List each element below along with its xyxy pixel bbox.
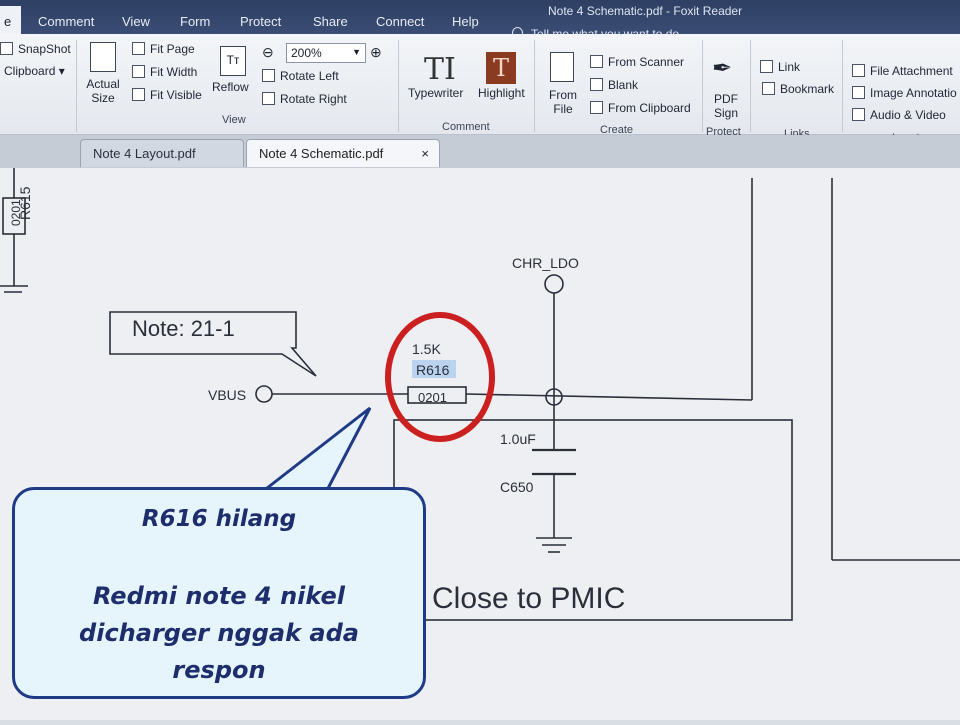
bubble-tail-shape: [257, 406, 372, 498]
bubble-body: Redmi note 4 nikel dicharger nggak ada r…: [79, 582, 359, 684]
annotation-bubble: R616 hilang Redmi note 4 nikel dicharger…: [12, 487, 426, 699]
bubble-title: R616 hilang: [141, 506, 297, 532]
